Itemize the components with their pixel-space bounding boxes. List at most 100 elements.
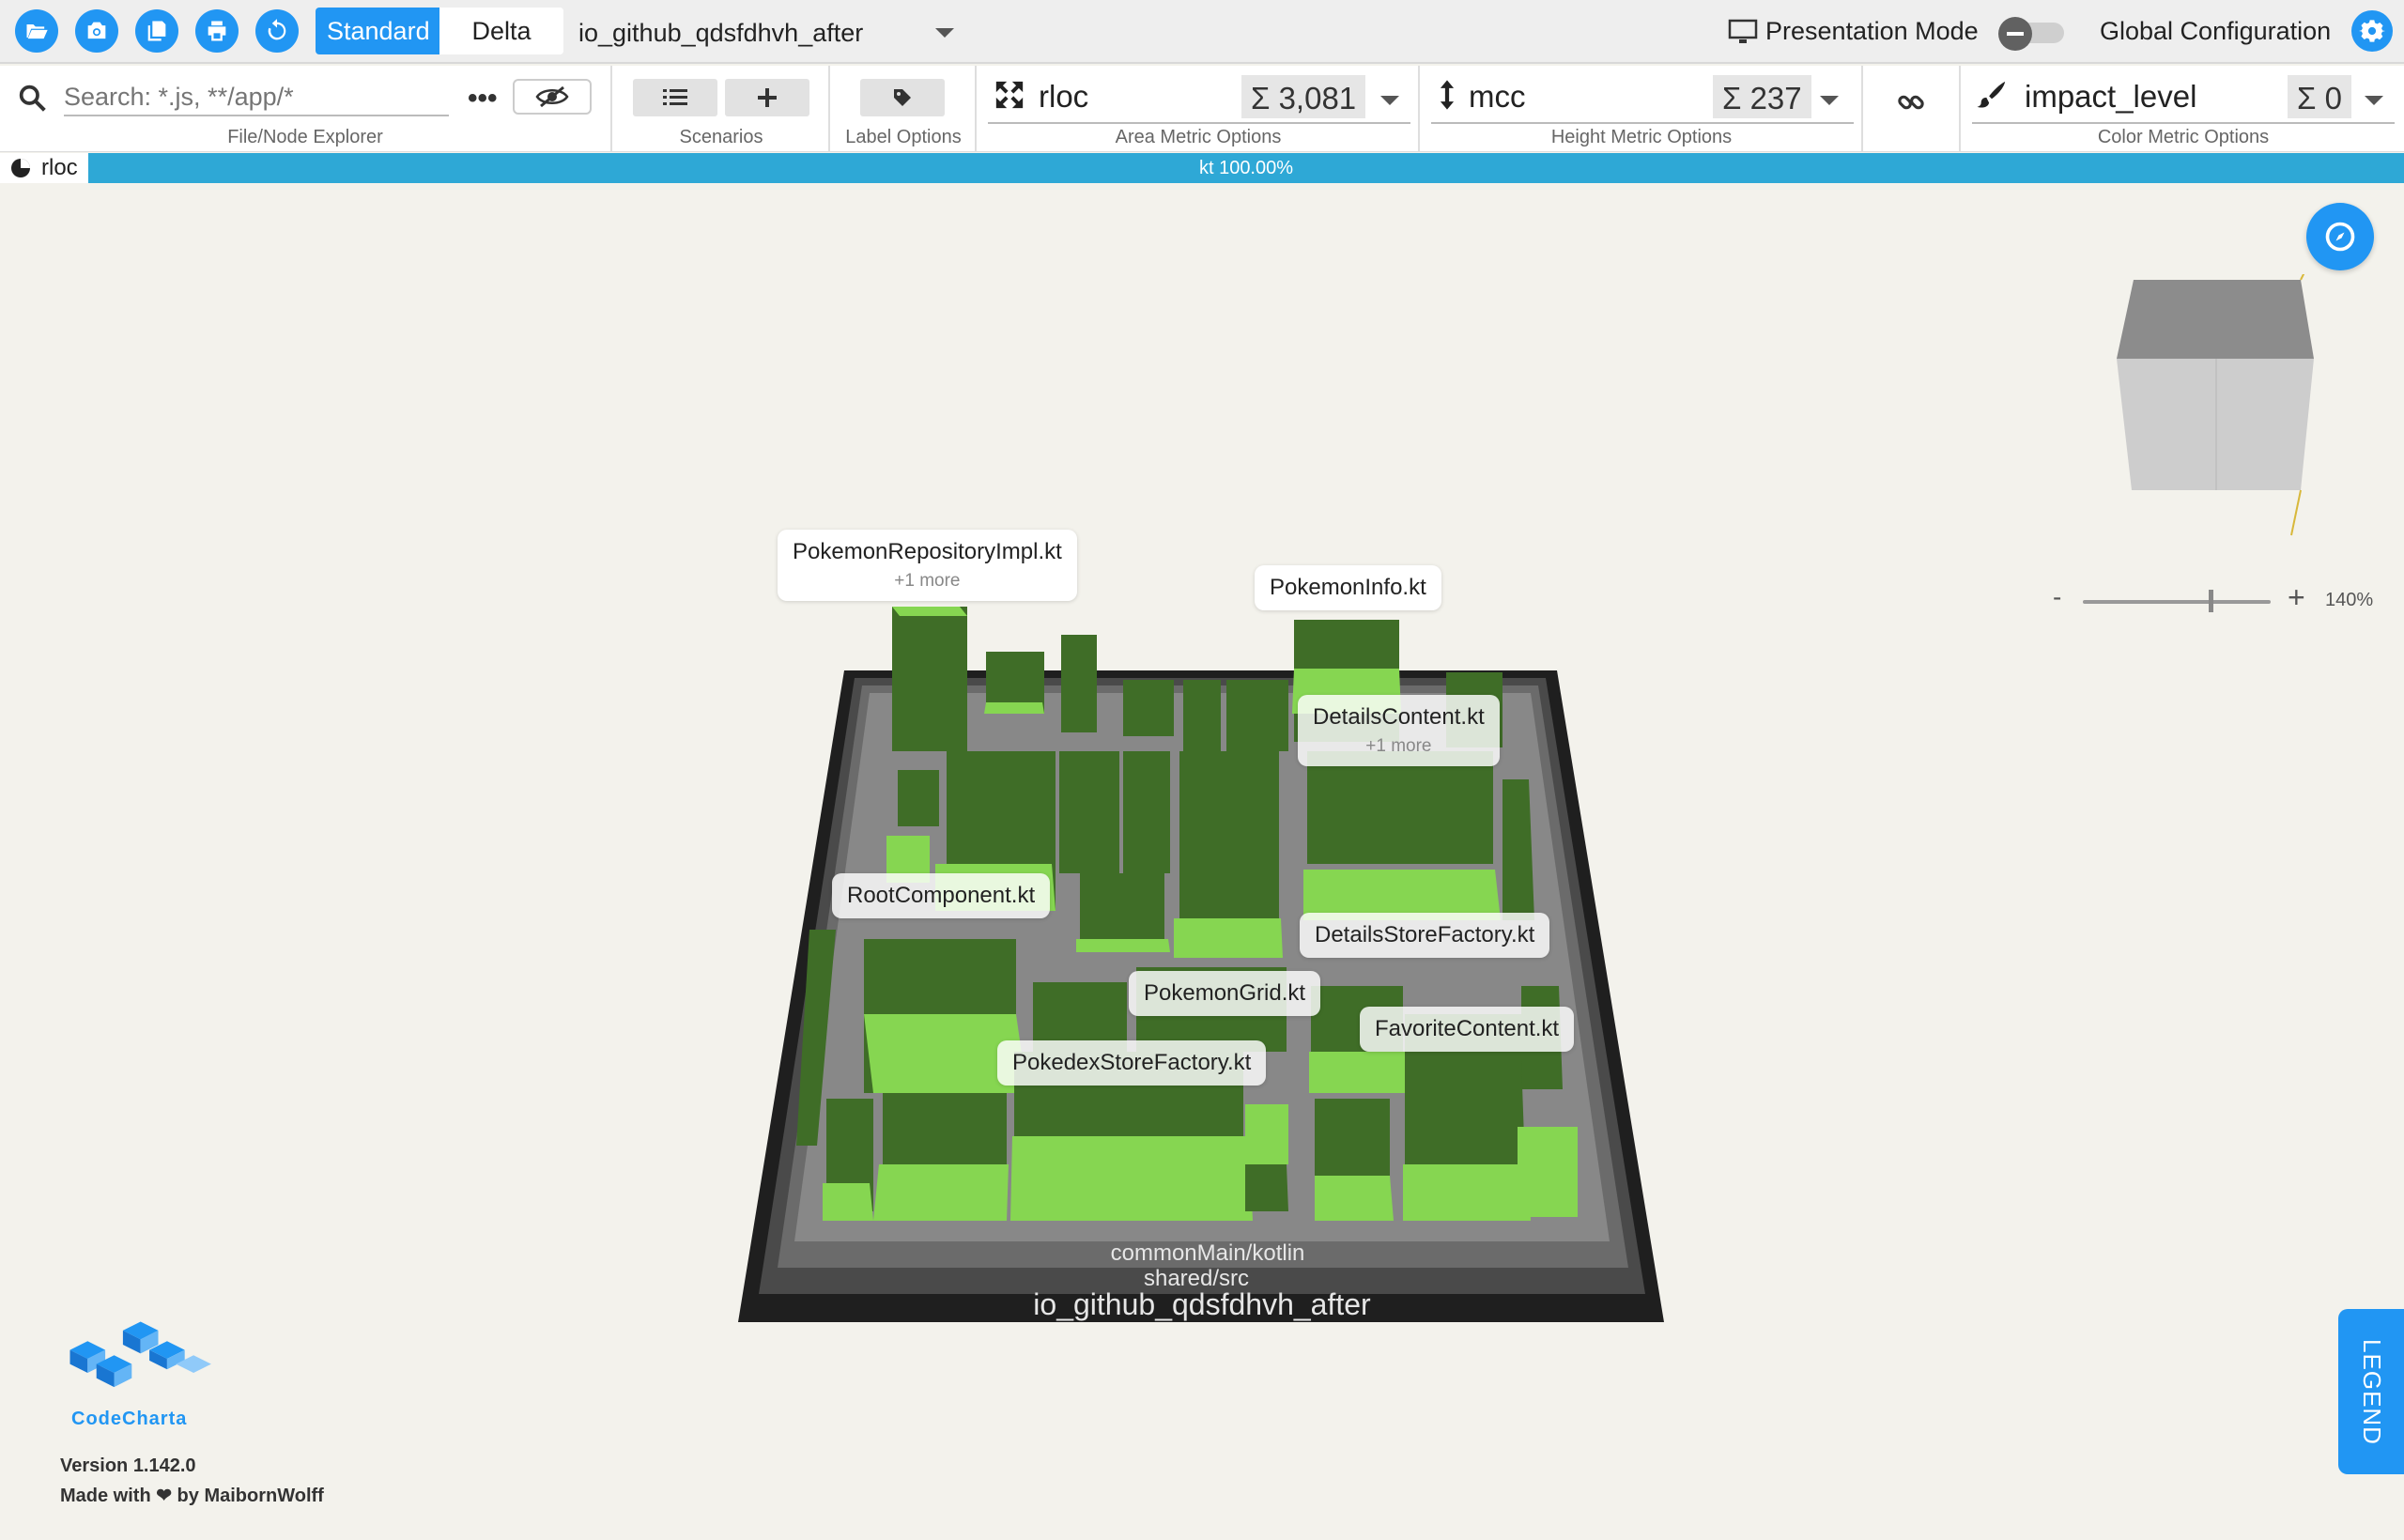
color-metric-caption[interactable]: Color Metric Options bbox=[1963, 127, 2404, 148]
color-metric-section: impact_level Σ 0 Color Metric Options bbox=[1963, 66, 2404, 152]
eye-off-icon bbox=[535, 85, 569, 108]
hide-flagged-button[interactable] bbox=[513, 79, 592, 115]
label-pokemon-grid[interactable]: PokemonGrid.kt bbox=[1129, 971, 1321, 1016]
building-top bbox=[1403, 1164, 1531, 1221]
chevron-down-icon[interactable] bbox=[1380, 96, 1399, 105]
zoom-slider-thumb[interactable] bbox=[2209, 590, 2213, 612]
search-input[interactable] bbox=[64, 79, 449, 116]
legend-button[interactable]: LEGEND bbox=[2338, 1309, 2404, 1474]
label-more: +1 more bbox=[894, 571, 961, 591]
building bbox=[1405, 1059, 1525, 1164]
building bbox=[1123, 751, 1170, 873]
zoom-out-button[interactable]: - bbox=[2053, 582, 2061, 612]
building-top bbox=[892, 607, 967, 616]
height-metric-name[interactable]: mcc bbox=[1469, 79, 1526, 115]
color-metric-name[interactable]: impact_level bbox=[2025, 79, 2196, 115]
copy-icon[interactable] bbox=[135, 9, 178, 53]
link-icon[interactable] bbox=[1895, 86, 1927, 118]
label-pokemon-repository-impl[interactable]: PokemonRepositoryImpl.kt +1 more bbox=[778, 530, 1077, 601]
building-top bbox=[984, 702, 1044, 714]
area-metric-section: rloc Σ 3,081 Area Metric Options bbox=[979, 66, 1420, 152]
label-details-content[interactable]: DetailsContent.kt +1 more bbox=[1298, 695, 1500, 766]
building bbox=[1245, 1164, 1288, 1211]
building bbox=[1059, 751, 1119, 873]
label-favorite-content[interactable]: FavoriteContent.kt bbox=[1360, 1007, 1575, 1052]
reset-icon[interactable] bbox=[255, 9, 299, 53]
plus-icon bbox=[758, 88, 777, 107]
mode-delta-button[interactable]: Delta bbox=[439, 8, 563, 54]
paint-brush-icon bbox=[1977, 81, 2006, 108]
mode-standard-button[interactable]: Standard bbox=[316, 8, 439, 54]
link-section bbox=[1865, 66, 1961, 152]
building bbox=[1061, 635, 1097, 732]
file-explorer-caption[interactable]: File/Node Explorer bbox=[0, 127, 610, 148]
building-top bbox=[1309, 1052, 1409, 1093]
codecharta-logo bbox=[69, 1321, 211, 1388]
zoom-in-button[interactable]: + bbox=[2288, 580, 2305, 615]
label-options-section: Label Options bbox=[832, 66, 977, 152]
label-details-store-factory[interactable]: DetailsStoreFactory.kt bbox=[1300, 913, 1550, 958]
area-metric-name[interactable]: rloc bbox=[1039, 79, 1088, 115]
label-options-button[interactable] bbox=[860, 79, 945, 116]
search-icon bbox=[19, 85, 46, 112]
height-metric-caption[interactable]: Height Metric Options bbox=[1422, 127, 1861, 148]
zoom-percent: 140% bbox=[2325, 590, 2374, 610]
logo-text: CodeCharta bbox=[71, 1409, 188, 1429]
presentation-mode-label: Presentation Mode bbox=[1765, 17, 1979, 45]
label-pokedex-store-factory[interactable]: PokedexStoreFactory.kt bbox=[997, 1040, 1267, 1086]
scenario-list-button[interactable] bbox=[633, 79, 717, 116]
presentation-mode: Presentation Mode bbox=[1728, 17, 1979, 46]
monitor-icon bbox=[1728, 19, 1758, 43]
label-options-caption[interactable]: Label Options bbox=[832, 127, 975, 148]
gear-icon[interactable] bbox=[2351, 10, 2393, 52]
scenarios-caption: Scenarios bbox=[679, 127, 763, 147]
building bbox=[1307, 751, 1493, 864]
label-more: +1 more bbox=[1365, 736, 1432, 756]
distribution-bar-text: kt 100.00% bbox=[1198, 158, 1294, 178]
presentation-mode-toggle[interactable] bbox=[1998, 17, 2066, 51]
building-top bbox=[1518, 1127, 1578, 1217]
vertical-arrows-icon bbox=[1440, 80, 1455, 110]
building bbox=[1315, 1099, 1390, 1176]
label-text: PokemonGrid.kt bbox=[1144, 980, 1306, 1006]
global-config-label[interactable]: Global Configuration bbox=[2100, 17, 2331, 46]
selected-file-name: io_github_qdsfdhvh_after bbox=[578, 19, 864, 47]
legend-label: LEGEND bbox=[2357, 1338, 2386, 1445]
zoom-slider[interactable] bbox=[2083, 600, 2271, 604]
top-toolbar: Standard Delta io_github_qdsfdhvh_after … bbox=[0, 0, 2404, 64]
view-cube[interactable] bbox=[2104, 274, 2329, 547]
chevron-down-icon[interactable] bbox=[1820, 96, 1839, 105]
label-pokemon-info[interactable]: PokemonInfo.kt bbox=[1255, 565, 1441, 610]
folder-label-commonmain: commonMain/kotlin bbox=[1111, 1240, 1305, 1266]
folder-label-root: io_github_qdsfdhvh_after bbox=[1033, 1287, 1371, 1321]
label-root-component[interactable]: RootComponent.kt bbox=[832, 873, 1051, 918]
building bbox=[898, 770, 939, 826]
building bbox=[1183, 680, 1221, 751]
metric-tab-label: rloc bbox=[41, 155, 78, 180]
expand-arrows-icon bbox=[995, 81, 1024, 109]
folder-open-icon[interactable] bbox=[15, 9, 58, 53]
height-metric-sum: Σ 237 bbox=[1713, 75, 1811, 118]
color-metric-sum: Σ 0 bbox=[2288, 75, 2351, 118]
compass-icon bbox=[2325, 222, 2355, 252]
building bbox=[1179, 751, 1279, 939]
metric-tab[interactable]: rloc bbox=[0, 153, 88, 183]
reset-camera-button[interactable] bbox=[2306, 203, 2374, 270]
city-map-canvas[interactable]: commonMain/kotlin shared/src io_github_q… bbox=[0, 184, 2404, 1540]
building bbox=[892, 607, 967, 751]
file-selector[interactable]: io_github_qdsfdhvh_after bbox=[563, 8, 977, 54]
city-map[interactable]: commonMain/kotlin shared/src io_github_q… bbox=[0, 184, 2404, 1540]
pie-chart-icon bbox=[11, 159, 30, 177]
chevron-down-icon bbox=[935, 28, 954, 38]
building-top bbox=[823, 1183, 873, 1221]
chevron-down-icon[interactable] bbox=[2365, 96, 2383, 105]
camera-icon[interactable] bbox=[75, 9, 118, 53]
more-options-icon[interactable]: ••• bbox=[468, 83, 498, 115]
building-top bbox=[1010, 1136, 1253, 1221]
print-icon[interactable] bbox=[195, 9, 239, 53]
area-metric-caption[interactable]: Area Metric Options bbox=[979, 127, 1418, 148]
building-top bbox=[1245, 1104, 1288, 1164]
label-text: PokemonRepositoryImpl.kt bbox=[793, 539, 1062, 564]
distribution-bar: kt 100.00% bbox=[88, 153, 2404, 183]
add-scenario-button[interactable] bbox=[725, 79, 809, 116]
